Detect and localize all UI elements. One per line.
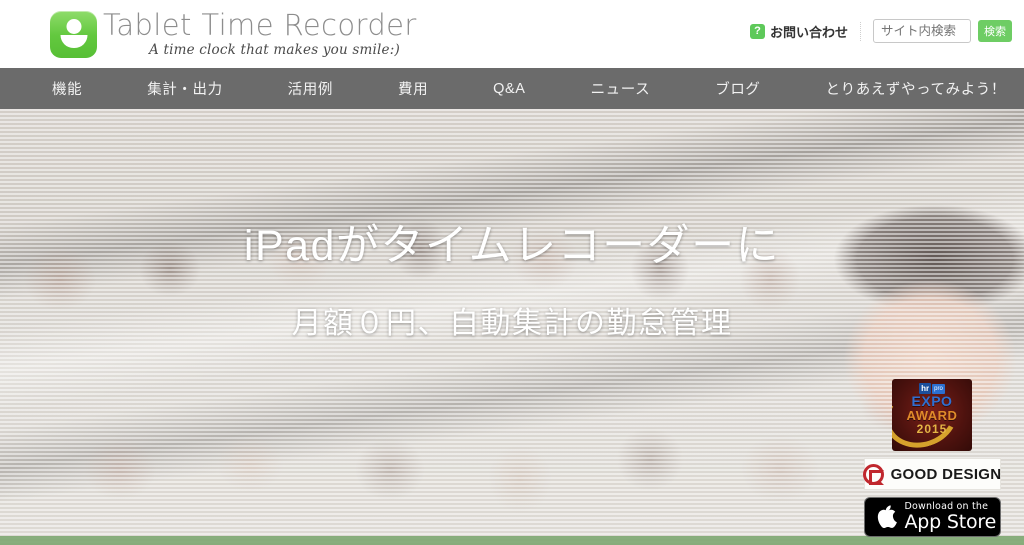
nav-item-features[interactable]: 機能 <box>52 78 82 99</box>
hr-pro-pro-text: pro <box>932 383 945 394</box>
hero-headline: iPadがタイムレコーダーに <box>243 222 781 270</box>
expo-award-word: AWARD <box>906 408 958 423</box>
avatar-head-shape <box>66 18 81 34</box>
nav-item-try-it[interactable]: とりあえずやってみよう！ <box>826 78 1006 99</box>
brand-logo[interactable]: Tablet Time Recorder A time clock that m… <box>50 8 417 58</box>
nav-item-pricing[interactable]: 費用 <box>398 78 428 99</box>
apple-logo-icon <box>877 505 897 529</box>
g-mark-icon <box>862 463 884 485</box>
nav-item-use-cases[interactable]: 活用例 <box>288 78 333 99</box>
header-utility-area: ? お問い合わせ 検索 <box>749 19 1012 43</box>
app-store-small-label: Download on the <box>904 500 989 512</box>
contact-link-label: お問い合わせ <box>769 24 848 40</box>
expo-award-year: 2015 <box>916 422 948 436</box>
site-header: Tablet Time Recorder A time clock that m… <box>0 0 1024 68</box>
award-badges: hr pro EXPO AWARD 2015 GOOD DESIGN Downl… <box>858 379 1006 537</box>
expo-word: EXPO <box>911 393 953 409</box>
brand-text-block: Tablet Time Recorder A time clock that m… <box>103 8 417 58</box>
nav-items-container: 機能 集計・出力 活用例 費用 Q&A ニュース ブログ とりあえずやってみよう… <box>0 78 1024 99</box>
expo-award-badge: hr pro EXPO AWARD 2015 <box>892 379 972 451</box>
brand-title: Tablet Time Recorder <box>103 8 417 43</box>
hero-subheadline: 月額０円、自動集計の勤怠管理 <box>291 307 733 341</box>
brand-tagline: A time clock that makes you smile:) <box>149 41 400 58</box>
help-question-icon: ? <box>749 23 765 39</box>
hero-banner: iPadがタイムレコーダーに 月額０円、自動集計の勤怠管理 DOWNLOAD h… <box>0 109 1024 545</box>
contact-link[interactable]: ? お問い合わせ <box>749 21 861 41</box>
hero-copy-block: iPadがタイムレコーダーに 月額０円、自動集計の勤怠管理 <box>0 109 1024 342</box>
nav-item-blog[interactable]: ブログ <box>715 78 760 99</box>
nav-item-qa[interactable]: Q&A <box>493 81 525 97</box>
good-design-badge: GOOD DESIGN <box>862 458 1002 490</box>
main-navigation: 機能 集計・出力 活用例 費用 Q&A ニュース ブログ とりあえずやってみよう… <box>0 68 1024 109</box>
avatar-body-shape <box>60 34 87 48</box>
app-store-badge[interactable]: Download on the App Store <box>863 497 1001 537</box>
app-store-big-label: App Store <box>904 511 997 534</box>
search-submit-button[interactable]: 検索 <box>978 20 1012 42</box>
nav-item-reports[interactable]: 集計・出力 <box>147 78 223 99</box>
person-avatar-icon <box>50 10 97 58</box>
good-design-label: GOOD DESIGN <box>890 465 1002 483</box>
hero-bottom-green-bar <box>0 536 1024 545</box>
app-store-text-block: Download on the App Store <box>905 502 997 533</box>
search-input[interactable] <box>873 19 971 43</box>
nav-item-news[interactable]: ニュース <box>591 78 651 99</box>
site-search: 検索 <box>873 19 1012 43</box>
